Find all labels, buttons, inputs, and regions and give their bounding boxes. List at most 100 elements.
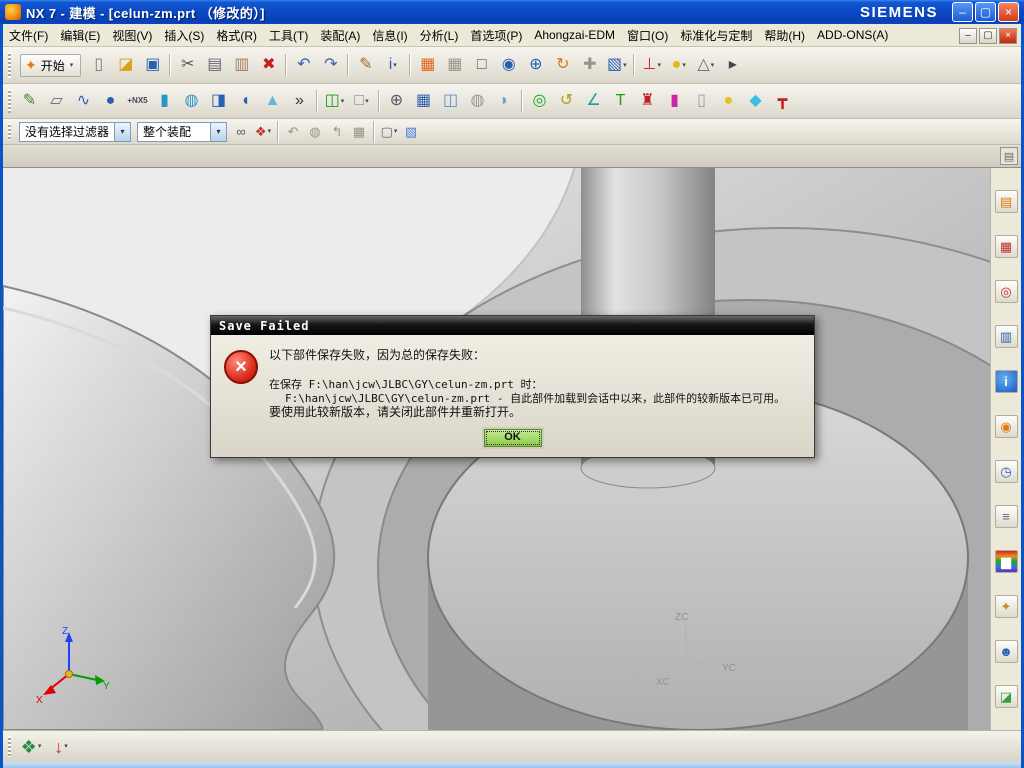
arrow-up-icon[interactable]: ↰	[327, 122, 347, 142]
magnifier-icon[interactable]: ◉	[496, 53, 521, 78]
menu-help[interactable]: 帮助(H)	[758, 24, 811, 47]
roles-icon[interactable]: ☻	[994, 640, 1018, 663]
pattern-feature-icon[interactable]: ▦	[411, 89, 436, 114]
zoom-in-icon[interactable]: ⊕	[523, 53, 548, 78]
boolean-unite-icon[interactable]: ⊕	[384, 89, 409, 114]
shell-icon[interactable]: ◍	[465, 89, 490, 114]
part-navigator-icon[interactable]: ◎	[994, 280, 1018, 303]
point-icon[interactable]: ●	[666, 53, 691, 78]
spline-icon[interactable]: ∿	[71, 89, 96, 114]
menu-preferences[interactable]: 首选项(P)	[464, 24, 528, 47]
mdi-minimize-button[interactable]: –	[959, 27, 977, 44]
menu-format[interactable]: 格式(R)	[210, 24, 263, 47]
selection-scope-combo[interactable]: 整个装配 ▾	[137, 121, 228, 142]
web-browser-icon[interactable]: ◉	[994, 415, 1018, 438]
restore-button[interactable]: ▢	[975, 2, 996, 22]
sketch-icon[interactable]: ✎	[17, 89, 42, 114]
sketch-task-icon[interactable]: ▱	[44, 89, 69, 114]
column-icon[interactable]: ▮	[662, 89, 687, 114]
close-button[interactable]: ×	[998, 2, 1019, 22]
menu-standardize-customize[interactable]: 标准化与定制	[674, 24, 758, 47]
undo-view-icon[interactable]: ↶	[283, 122, 303, 142]
window-cascade-icon[interactable]: ▦	[442, 53, 467, 78]
csys-icon[interactable]: ⊥	[639, 53, 664, 78]
snap-point-icon[interactable]: △	[693, 53, 718, 78]
lasso-icon[interactable]: ▢	[379, 122, 399, 142]
toolbar-grip[interactable]	[8, 122, 11, 141]
ok-button[interactable]: OK	[483, 429, 542, 447]
screwdriver-icon[interactable]: ✎	[353, 53, 378, 78]
datum-popup-icon[interactable]: ❖	[17, 733, 45, 761]
constraint-navigator-icon[interactable]: ▦	[994, 235, 1018, 258]
menu-file[interactable]: 文件(F)	[3, 24, 54, 47]
toolbar-grip[interactable]	[8, 52, 11, 78]
menu-add-ons[interactable]: ADD-ONS(A)	[811, 25, 894, 45]
copy-icon[interactable]: ▤	[202, 53, 227, 78]
tower-icon[interactable]: ♜	[635, 89, 660, 114]
tee-icon[interactable]: ┳	[770, 89, 795, 114]
revolve-icon[interactable]: ◖	[233, 89, 258, 114]
toolbar-grip[interactable]	[8, 735, 11, 758]
selection-filter-dropdown-icon[interactable]: ▾	[114, 122, 131, 141]
minimize-button[interactable]: –	[952, 2, 973, 22]
save-icon[interactable]: ▣	[140, 53, 165, 78]
shaded-view-icon[interactable]: ▧	[604, 53, 629, 78]
sphere-gray-icon[interactable]: ◍	[305, 122, 325, 142]
menu-view[interactable]: 视图(V)	[106, 24, 158, 47]
menu-tools[interactable]: 工具(T)	[263, 24, 314, 47]
pan-view-icon[interactable]: ✚	[577, 53, 602, 78]
text-feature-icon[interactable]: T	[608, 89, 633, 114]
dialog-title-bar[interactable]: Save Failed	[211, 316, 814, 335]
start-button[interactable]: ✦ 开始	[20, 53, 82, 77]
selection-filter-combo[interactable]: 没有选择过滤器 ▾	[19, 121, 132, 142]
resource-bar-toggle-icon[interactable]: ▤	[1000, 147, 1018, 165]
new-file-icon[interactable]: ▯	[86, 53, 111, 78]
mdi-restore-button[interactable]: ▢	[979, 27, 997, 44]
blank-plane-icon[interactable]: □	[349, 89, 374, 114]
menu-information[interactable]: 信息(I)	[366, 24, 413, 47]
blend-icon[interactable]: ◗	[492, 89, 517, 114]
visualization-icon[interactable]: ◪	[994, 685, 1018, 708]
assembly-navigator-icon[interactable]: ▤	[994, 190, 1018, 213]
history-icon[interactable]: ◷	[994, 460, 1018, 483]
menu-ahongzai-edm[interactable]: Ahongzai-EDM	[528, 25, 621, 45]
pillar-icon[interactable]: ▯	[689, 89, 714, 114]
cut-icon[interactable]: ✂	[175, 53, 200, 78]
menu-assemblies[interactable]: 装配(A)	[314, 24, 366, 47]
mdi-close-button[interactable]: ×	[999, 27, 1017, 44]
cone-icon[interactable]: ▲	[260, 89, 285, 114]
tools-palette-icon[interactable]: ✦	[994, 595, 1018, 618]
undo-icon[interactable]: ↶	[291, 53, 316, 78]
helix-icon[interactable]: ↺	[554, 89, 579, 114]
tube-icon[interactable]: ◍	[179, 89, 204, 114]
delete-icon[interactable]: ✖	[256, 53, 281, 78]
extrude-icon[interactable]: ◨	[206, 89, 231, 114]
find-component-icon[interactable]: ∞	[231, 122, 251, 142]
menu-analysis[interactable]: 分析(L)	[414, 24, 465, 47]
open-folder-icon[interactable]: ◪	[113, 53, 138, 78]
more-commands-icon[interactable]: ▸	[720, 53, 745, 78]
overflow-chevron-icon[interactable]: »	[287, 89, 312, 114]
cube-blue-icon[interactable]: ▧	[401, 122, 421, 142]
cylinder-icon[interactable]: ▮	[152, 89, 177, 114]
window-layout-icon[interactable]: ▦	[415, 53, 440, 78]
selection-scope-dropdown-icon[interactable]: ▾	[210, 122, 227, 141]
system-palettes-icon[interactable]: ≡	[994, 505, 1018, 528]
datum-plane-icon[interactable]: ◫	[322, 89, 347, 114]
hd3d-tools-icon[interactable]: i	[994, 370, 1018, 393]
measure-navigator-icon[interactable]: ▥	[994, 325, 1018, 348]
toolbar-grip[interactable]	[8, 89, 11, 113]
redo-icon[interactable]: ↷	[318, 53, 343, 78]
sphere-feature-icon[interactable]: ●	[98, 89, 123, 114]
mirror-feature-icon[interactable]: ◫	[438, 89, 463, 114]
transform-popup-icon[interactable]: ↓	[47, 733, 75, 761]
menu-edit[interactable]: 编辑(E)	[54, 24, 106, 47]
nx5-badge-icon[interactable]: +NX5	[125, 89, 150, 114]
grid-gray-icon[interactable]: ▦	[349, 122, 369, 142]
measure-angle-icon[interactable]: ∠	[581, 89, 606, 114]
torus-icon[interactable]: ◎	[527, 89, 552, 114]
menu-window[interactable]: 窗口(O)	[621, 24, 674, 47]
menu-insert[interactable]: 插入(S)	[158, 24, 210, 47]
materials-palette-icon[interactable]: ▆	[994, 550, 1018, 573]
gem-icon[interactable]: ◆	[743, 89, 768, 114]
